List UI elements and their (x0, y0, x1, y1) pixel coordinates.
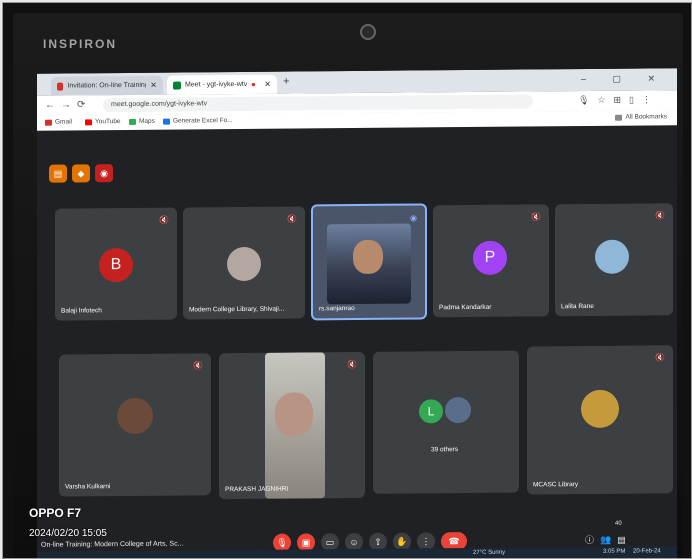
bookmark-icon (163, 118, 170, 125)
laptop-screen: Invitation: On-line Training: Mod ✕ Meet… (37, 68, 677, 558)
all-bookmarks-button[interactable]: All Bookmarks (615, 113, 667, 121)
participant-name: Varsha Kulkarni (65, 483, 111, 491)
photo-frame: INSPIRON Invitation: On-line Training: M… (2, 2, 692, 559)
participant-name: 39 others (431, 446, 459, 454)
participant-tile[interactable]: 🔇 Varsha Kulkarni (59, 353, 211, 497)
participant-tile-speaking[interactable]: ◉ rs.sanjanrao (311, 203, 427, 321)
meet-stage: ▤ ◆ ◉ 🔇 B Balaji Infotech 🔇 Modern Colle… (37, 125, 677, 558)
mic-off-icon: 🔇 (531, 212, 541, 222)
weather-widget[interactable]: 27°C Sunny (473, 550, 505, 556)
participant-tile[interactable]: 🔇 Lalita Rane (555, 203, 673, 317)
webcam-icon (360, 24, 376, 40)
meet-icon (173, 81, 181, 90)
new-tab-button[interactable]: + (283, 76, 289, 88)
clock-time: 3:05 PM (603, 548, 626, 555)
folder-icon (615, 114, 623, 121)
participant-tile[interactable]: 🔇 PRAKASH JAGNIHRI (219, 351, 365, 500)
close-icon[interactable]: ✕ (264, 80, 271, 89)
participant-count-badge: 40 (615, 520, 622, 527)
gmail-icon (45, 119, 52, 126)
avatar: P (473, 240, 507, 275)
bookmark-youtube[interactable]: YouTube (85, 118, 121, 125)
avatar: B (99, 247, 133, 283)
participant-tile[interactable]: 🔇 Modern College Library, Shivaji... (183, 206, 305, 320)
participant-tile[interactable]: 🔇 P Padma Kandarkar (433, 204, 549, 318)
tab-gmail-invitation[interactable]: Invitation: On-line Training: Mod ✕ (51, 75, 163, 96)
url-input[interactable]: meet.google.com/ygt-ivyke-wtv (103, 94, 533, 113)
camera-model-watermark: OPPO F7 (29, 506, 82, 520)
avatar (581, 389, 619, 429)
record-icon[interactable]: ◉ (95, 164, 113, 183)
tab-label: Meet - ygt-ivyke-wtv (185, 80, 247, 89)
mic-off-icon: 🔇 (287, 214, 297, 224)
laptop-brand-label: INSPIRON (43, 37, 118, 51)
avatar (445, 397, 471, 424)
gmail-icon (57, 82, 64, 91)
face-shape (353, 239, 383, 275)
meet-top-buttons: ▤ ◆ ◉ (49, 164, 113, 183)
avatar (117, 397, 153, 435)
bookmark-maps[interactable]: Maps (129, 118, 155, 125)
face-shape (275, 392, 313, 437)
participant-name: Balaji Infotech (61, 307, 102, 315)
bookmark-gmail[interactable]: Gmail (45, 118, 72, 126)
mic-off-icon: 🔇 (193, 361, 203, 371)
recording-icon: ● (251, 79, 256, 89)
participant-tile[interactable]: 🔇 MCASC Library (527, 345, 673, 495)
window-controls[interactable]: – ▢ ✕ (581, 73, 667, 85)
avatar (595, 239, 629, 274)
participant-name: Modern College Library, Shivaji... (189, 305, 285, 314)
notes-icon[interactable]: ▤ (49, 164, 67, 183)
participant-tile[interactable]: 🔇 B Balaji Infotech (55, 207, 177, 321)
participant-name: PRAKASH JAGNIHRI (225, 485, 289, 494)
tab-label: Invitation: On-line Training: Mod (67, 81, 147, 90)
clock-date: 20-Feb-24 (633, 548, 661, 555)
bookmark-generate-excel[interactable]: Generate Excel Fo... (163, 117, 233, 125)
participant-tile[interactable]: L 39 others (373, 350, 519, 494)
participant-name: MCASC Library (533, 481, 579, 489)
mic-off-icon: 🔇 (655, 353, 665, 363)
avatar (227, 246, 261, 282)
activities-icon[interactable]: ◆ (72, 164, 90, 183)
avatar: L (419, 399, 443, 424)
speaking-icon: ◉ (410, 213, 417, 223)
participant-name: Padma Kandarkar (439, 303, 492, 312)
maps-icon (129, 118, 136, 125)
close-icon[interactable]: ✕ (150, 81, 157, 90)
meet-side-icons[interactable]: ⓘ👥▤ (585, 533, 632, 546)
mic-off-icon: 🔇 (655, 211, 665, 221)
camera-timestamp-watermark: 2024/02/20 15:05 (29, 528, 107, 539)
mic-off-icon: 🔇 (159, 215, 169, 225)
participant-name: Lalita Rane (561, 302, 594, 311)
navigation-buttons[interactable]: ←→⟳ (45, 99, 91, 110)
address-bar-icons[interactable]: 🎙☆⊞▯⋮ (578, 94, 659, 106)
tab-google-meet[interactable]: Meet - ygt-ivyke-wtv ● ✕ (167, 74, 277, 95)
meeting-title: On-line Training: Modern College of Arts… (41, 540, 184, 549)
mic-off-icon: 🔇 (347, 360, 357, 370)
participant-name: rs.sanjanrao (319, 305, 355, 313)
youtube-icon (85, 118, 92, 125)
